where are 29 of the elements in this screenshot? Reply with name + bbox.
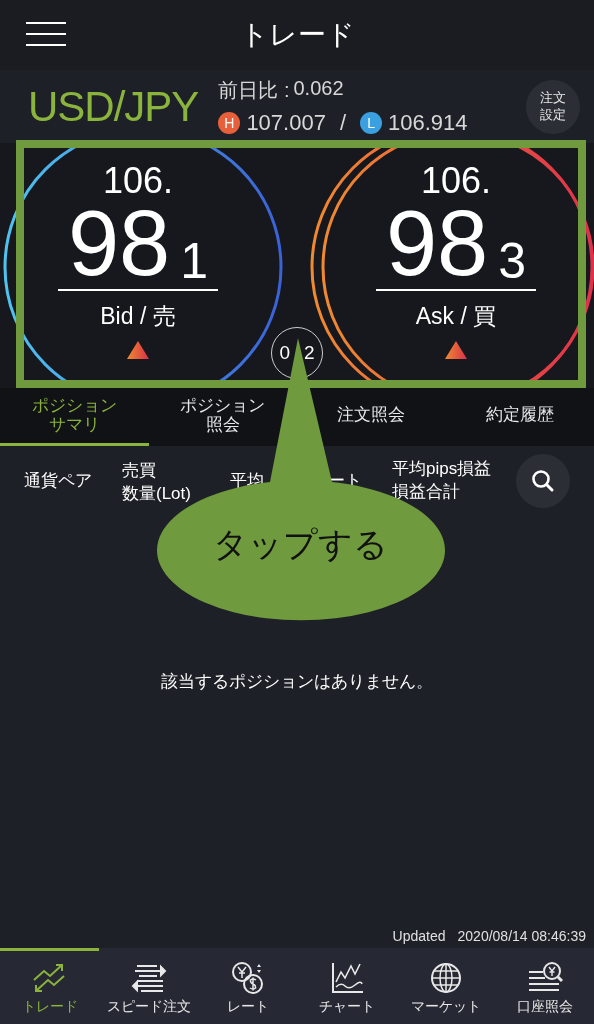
nav-item[interactable]: 口座照会 xyxy=(495,948,594,1024)
nav-item[interactable]: トレード xyxy=(0,948,99,1024)
separator: / xyxy=(339,110,347,136)
tab[interactable]: 注文照会 xyxy=(297,388,446,446)
column-header: 通貨ペア xyxy=(24,469,92,492)
tab[interactable]: ポジション 照会 xyxy=(148,388,297,446)
column-header: 平均pips損益 損益合計 xyxy=(392,458,492,503)
updated-time: 2020/08/14 08:46:39 xyxy=(457,928,586,944)
callout-text: タップする xyxy=(211,524,389,565)
currency-pair: USD/JPY xyxy=(28,82,199,131)
change-value: 0.062 xyxy=(293,77,344,101)
nav-item[interactable]: レート xyxy=(198,948,297,1024)
updated-label: Updated xyxy=(392,928,446,944)
order-settings-button[interactable]: 注文 設定 xyxy=(526,79,580,134)
low-badge: L xyxy=(360,112,383,134)
high-badge: H xyxy=(218,112,241,134)
change-label: 前日比 : xyxy=(218,78,290,103)
menu-icon[interactable] xyxy=(26,22,66,46)
nav-item[interactable]: チャート xyxy=(297,948,396,1024)
screen-title: トレード xyxy=(239,18,355,52)
nav-item[interactable]: マーケット xyxy=(396,948,495,1024)
column-header: 売買 数量(Lot) xyxy=(122,460,191,505)
tab[interactable]: 約定履歴 xyxy=(445,388,594,446)
nav-item[interactable]: スピード注文 xyxy=(99,948,198,1024)
triangle-icon xyxy=(126,340,150,360)
triangle-icon xyxy=(444,340,468,360)
empty-message: 該当するポジションはありません。 xyxy=(161,671,433,693)
high-price: 107.007 xyxy=(246,110,326,136)
low-price: 106.914 xyxy=(388,110,468,136)
